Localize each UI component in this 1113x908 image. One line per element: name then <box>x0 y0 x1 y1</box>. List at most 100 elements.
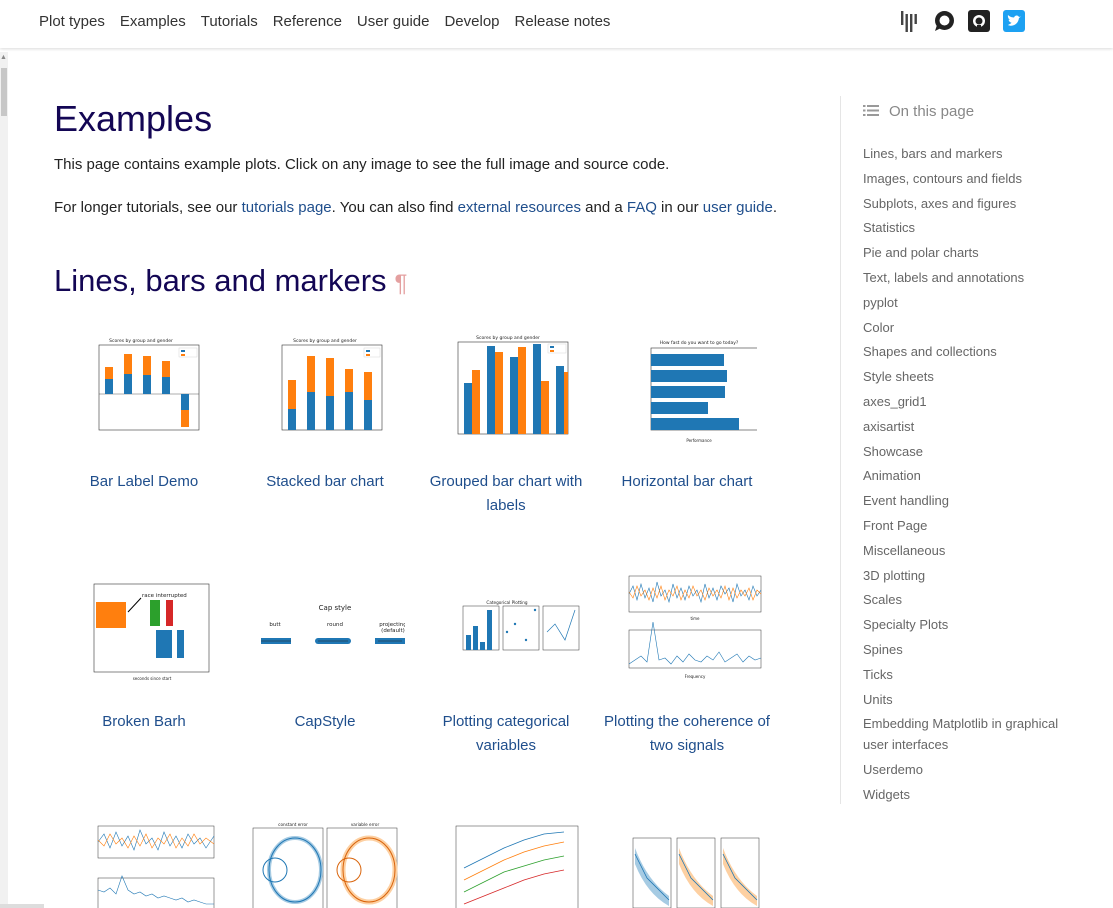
toc-item[interactable]: Event handling <box>863 490 1063 511</box>
nav-examples[interactable]: Examples <box>120 13 186 30</box>
svg-text:seconds since start: seconds since start <box>133 676 172 681</box>
page-title: Examples <box>54 98 213 139</box>
toc-item[interactable]: Pie and polar charts <box>863 242 1063 263</box>
list-icon <box>863 104 879 121</box>
svg-text:Scores by group and gender: Scores by group and gender <box>293 338 357 344</box>
gallery-item-coherence[interactable]: time Frequency Plotting the coherence of… <box>597 572 777 772</box>
svg-text:round: round <box>327 622 343 628</box>
gallery-item-row3-4[interactable] <box>597 820 777 908</box>
tutorials-page-link[interactable]: tutorials page <box>242 199 332 216</box>
toc-item[interactable]: axisartist <box>863 416 1063 437</box>
intro-paragraph: This page contains example plots. Click … <box>54 156 670 173</box>
row3-thumbnail-4[interactable] <box>607 820 767 908</box>
svg-text:(default): (default) <box>381 628 405 634</box>
social-icons <box>898 10 1038 32</box>
categorical-variables-thumbnail[interactable]: Categorical Plotting <box>431 572 581 678</box>
permalink-icon[interactable]: ¶ <box>395 270 408 297</box>
gallery-item-horizontal-bar-chart[interactable]: How fast do you want to go today? Perfor… <box>597 332 777 532</box>
toc-item[interactable]: Animation <box>863 465 1063 486</box>
horizontal-bar-chart-thumbnail[interactable]: How fast do you want to go today? Perfor… <box>617 332 757 444</box>
capstyle-thumbnail[interactable]: Cap style butt round projecting (default… <box>245 572 405 678</box>
stacked-bar-chart-thumbnail[interactable]: Scores by group and gender <box>260 332 390 438</box>
svg-text:Performance: Performance <box>686 438 712 443</box>
toc-item[interactable]: Color <box>863 317 1063 338</box>
toc-item[interactable]: axes_grid1 <box>863 391 1063 412</box>
svg-text:How fast do you want to go tod: How fast do you want to go today? <box>660 340 739 346</box>
toc-item[interactable]: Specialty Plots <box>863 614 1063 635</box>
gallery-item-broken-barh[interactable]: race interrupted seconds since start Bro… <box>54 572 234 772</box>
section-title: Lines, bars and markers <box>54 263 387 298</box>
svg-text:Frequency: Frequency <box>685 674 706 679</box>
gallery-caption[interactable]: Stacked bar chart <box>235 470 415 494</box>
gallery-caption[interactable]: Broken Barh <box>54 710 234 734</box>
toc-item[interactable]: Userdemo <box>863 759 1063 780</box>
twitter-icon[interactable] <box>1003 10 1025 32</box>
svg-text:butt: butt <box>269 622 281 628</box>
row3-thumbnail-1[interactable] <box>64 820 224 908</box>
nav-reference[interactable]: Reference <box>273 13 342 30</box>
toc-item[interactable]: Front Page <box>863 515 1063 536</box>
toc-item[interactable]: Showcase <box>863 441 1063 462</box>
toc-item[interactable]: Lines, bars and markers <box>863 143 1063 164</box>
toc-item[interactable]: Widgets <box>863 784 1063 805</box>
github-icon[interactable] <box>968 10 990 32</box>
horizontal-scrollbar[interactable] <box>0 904 44 908</box>
gallery-item-stacked-bar-chart[interactable]: Scores by group and gender Stacked bar c… <box>235 332 415 532</box>
gallery-caption[interactable]: Plotting the coherence of two signals <box>597 710 777 758</box>
toc-item[interactable]: Spines <box>863 639 1063 660</box>
gallery-item-row3-1[interactable] <box>54 820 234 908</box>
intro-text: . You can also find <box>331 199 458 216</box>
nav-links: Plot types Examples Tutorials Reference … <box>39 13 625 30</box>
gallery-caption[interactable]: Grouped bar chart with labels <box>416 470 596 518</box>
toc-item[interactable]: Images, contours and fields <box>863 168 1063 189</box>
toc-item[interactable]: Miscellaneous <box>863 540 1063 561</box>
grouped-bar-chart-thumbnail[interactable]: Scores by group and gender <box>436 332 576 438</box>
gallery-item-bar-label-demo[interactable]: Scores by group and gender Bar Label Dem… <box>54 332 234 532</box>
toc-item[interactable]: Subplots, axes and figures <box>863 193 1063 214</box>
discourse-icon[interactable] <box>933 10 955 32</box>
svg-text:Cap style: Cap style <box>319 604 352 612</box>
bar-label-demo-thumbnail[interactable]: Scores by group and gender <box>79 332 209 438</box>
toc-item[interactable]: Embedding Matplotlib in graphical user i… <box>863 713 1063 755</box>
gallery-item-grouped-bar-chart[interactable]: Scores by group and gender Grouped bar c… <box>416 332 596 532</box>
faq-link[interactable]: FAQ <box>627 199 657 216</box>
gallery-item-row3-3[interactable] <box>416 820 596 908</box>
toc-item[interactable]: pyplot <box>863 292 1063 313</box>
row3-thumbnail-2[interactable]: constant error variable error <box>245 820 405 908</box>
scrollbar-thumb[interactable] <box>1 68 7 116</box>
external-resources-link[interactable]: external resources <box>458 199 581 216</box>
toc-item[interactable]: Ticks <box>863 664 1063 685</box>
toc-item[interactable]: 3D plotting <box>863 565 1063 586</box>
gallery-caption[interactable]: CapStyle <box>235 710 415 734</box>
toc-item[interactable]: Shapes and collections <box>863 341 1063 362</box>
nav-develop[interactable]: Develop <box>444 13 499 30</box>
nav-release-notes[interactable]: Release notes <box>515 13 611 30</box>
nav-plot-types[interactable]: Plot types <box>39 13 105 30</box>
nav-user-guide[interactable]: User guide <box>357 13 430 30</box>
toc-item[interactable]: Scales <box>863 589 1063 610</box>
row3-thumbnail-3[interactable] <box>426 820 586 908</box>
svg-text:Scores by group and gender: Scores by group and gender <box>109 338 173 344</box>
toc-item[interactable]: Units <box>863 689 1063 710</box>
gitter-icon[interactable] <box>898 10 920 32</box>
gallery-item-categorical-variables[interactable]: Categorical Plotting Plotting categorica… <box>416 572 596 772</box>
gallery-item-capstyle[interactable]: Cap style butt round projecting (default… <box>235 572 415 772</box>
broken-barh-thumbnail[interactable]: race interrupted seconds since start <box>74 572 214 684</box>
page-scrollbar[interactable]: ▲ <box>0 52 8 908</box>
top-navbar: Plot types Examples Tutorials Reference … <box>0 0 1113 48</box>
toc-header-label: On this page <box>889 103 975 120</box>
intro-links-paragraph: For longer tutorials, see our tutorials … <box>54 199 777 216</box>
gallery-caption[interactable]: Horizontal bar chart <box>597 470 777 494</box>
user-guide-link[interactable]: user guide <box>703 199 773 216</box>
toc-item[interactable]: Statistics <box>863 217 1063 238</box>
intro-text: For longer tutorials, see our <box>54 199 242 216</box>
nav-tutorials[interactable]: Tutorials <box>201 13 258 30</box>
toc-item[interactable]: Text, labels and annotations <box>863 267 1063 288</box>
toc-item[interactable]: Style sheets <box>863 366 1063 387</box>
scroll-up-arrow-icon[interactable]: ▲ <box>0 54 7 61</box>
gallery-caption[interactable]: Plotting categorical variables <box>416 710 596 758</box>
on-this-page-sidebar: On this page Lines, bars and markers Imag… <box>840 96 1091 804</box>
coherence-thumbnail[interactable]: time Frequency <box>607 572 767 684</box>
gallery-caption[interactable]: Bar Label Demo <box>54 470 234 494</box>
gallery-item-row3-2[interactable]: constant error variable error <box>235 820 415 908</box>
